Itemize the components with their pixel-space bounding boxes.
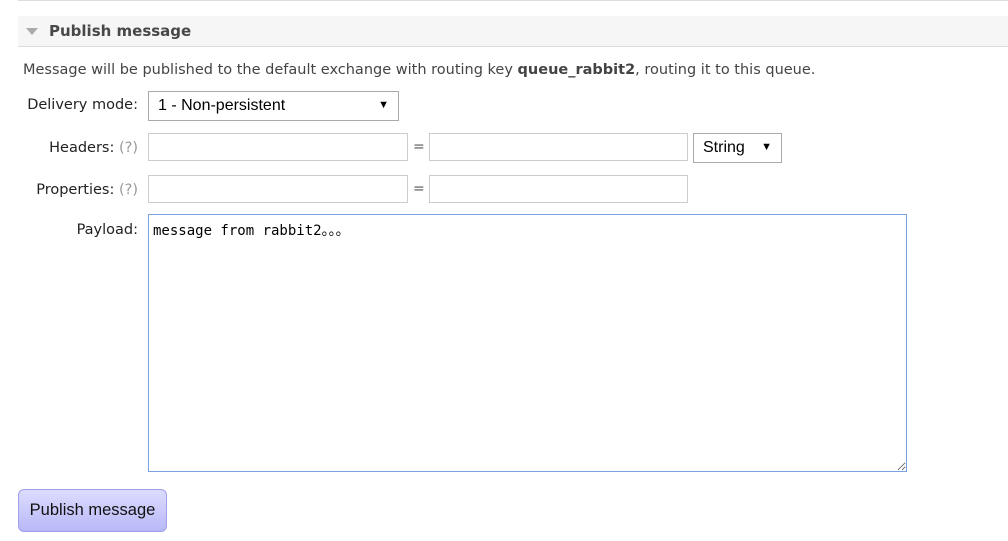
- description: Message will be published to the default…: [23, 62, 815, 78]
- headers-help[interactable]: (?): [119, 140, 138, 156]
- properties-label-text: Properties:: [36, 182, 115, 198]
- divider: [18, 0, 1008, 1]
- header-type-select[interactable]: String ▼: [693, 133, 782, 163]
- property-value-input[interactable]: [429, 175, 688, 203]
- description-prefix: Message will be published to the default…: [23, 62, 518, 78]
- delivery-mode-select[interactable]: 1 - Non-persistent ▼: [148, 91, 399, 121]
- property-key-input[interactable]: [148, 175, 408, 203]
- header-value-input[interactable]: [429, 133, 688, 161]
- payload-label: Payload:: [76, 222, 138, 238]
- routing-key: queue_rabbit2: [517, 62, 636, 78]
- properties-help[interactable]: (?): [119, 182, 138, 198]
- publish-message-button[interactable]: Publish message: [18, 489, 167, 532]
- section-header[interactable]: Publish message: [18, 16, 1008, 47]
- equals-sign: =: [413, 181, 425, 197]
- header-key-input[interactable]: [148, 133, 408, 161]
- equals-sign: =: [413, 139, 425, 155]
- payload-textarea[interactable]: message from rabbit2。。。: [148, 214, 907, 472]
- properties-label: Properties: (?): [0, 182, 138, 198]
- dropdown-arrow-icon: ▼: [761, 141, 772, 153]
- description-suffix: , routing it to this queue.: [635, 62, 816, 78]
- delivery-mode-value: 1 - Non-persistent: [158, 97, 286, 114]
- collapse-triangle-icon[interactable]: [26, 28, 38, 35]
- header-type-value: String: [703, 139, 745, 156]
- section-title: Publish message: [49, 22, 192, 40]
- headers-label: Headers: (?): [0, 140, 138, 156]
- headers-label-text: Headers:: [49, 140, 115, 156]
- dropdown-arrow-icon: ▼: [378, 99, 389, 111]
- delivery-mode-label: Delivery mode:: [27, 97, 138, 113]
